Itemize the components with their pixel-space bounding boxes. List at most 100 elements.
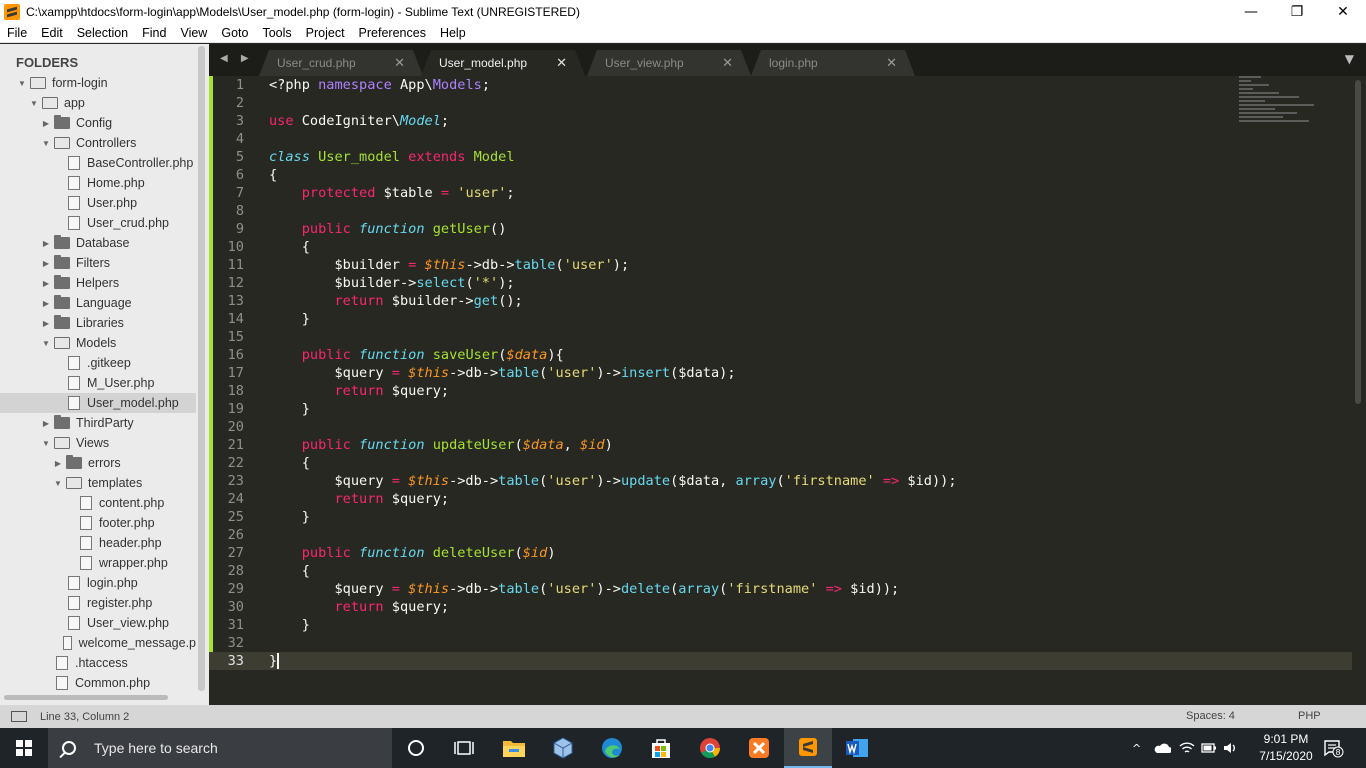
tab-user-model[interactable]: User_model.php ✕ xyxy=(421,50,585,76)
tree-file-item[interactable]: BaseController.php xyxy=(0,153,196,173)
tab-user-view[interactable]: User_view.php ✕ xyxy=(587,50,751,76)
tree-folder-item[interactable]: ▶ Language xyxy=(0,293,196,313)
code-line[interactable]: 13 return $builder->get(); xyxy=(209,292,1239,310)
code-line[interactable]: 22 { xyxy=(209,454,1239,472)
code-line[interactable]: 18 return $query; xyxy=(209,382,1239,400)
chevron-right-icon[interactable]: ▶ xyxy=(52,459,64,468)
code-line[interactable]: 28 { xyxy=(209,562,1239,580)
code-line[interactable]: 33} xyxy=(209,652,1239,670)
menu-project[interactable]: Project xyxy=(306,26,345,40)
tree-file-item[interactable]: wrapper.php xyxy=(0,553,196,573)
tree-folder-item[interactable]: ▶ Libraries xyxy=(0,313,196,333)
tree-folder-item[interactable]: ▶ Config xyxy=(0,113,196,133)
menu-find[interactable]: Find xyxy=(142,26,166,40)
task-view-icon[interactable] xyxy=(440,728,488,768)
tree-folder-item[interactable]: ▶ Helpers xyxy=(0,273,196,293)
tree-folder-item[interactable]: ▼ app xyxy=(0,93,196,113)
taskbar-clock[interactable]: 9:01 PM 7/15/2020 xyxy=(1256,731,1316,765)
battery-icon[interactable] xyxy=(1201,743,1217,753)
code-line[interactable]: 12 $builder->select('*'); xyxy=(209,274,1239,292)
chevron-right-icon[interactable]: ▶ xyxy=(40,419,52,428)
tree-file-item[interactable]: User_view.php xyxy=(0,613,196,633)
menu-selection[interactable]: Selection xyxy=(77,26,128,40)
code-line[interactable]: 1 <?php namespace App\Models; xyxy=(209,76,1239,94)
code-line[interactable]: 15 xyxy=(209,328,1239,346)
code-line[interactable]: 21 public function updateUser($data, $id… xyxy=(209,436,1239,454)
chevron-right-icon[interactable]: ▶ xyxy=(40,239,52,248)
tree-file-item[interactable]: .gitkeep xyxy=(0,353,196,373)
tree-file-item[interactable]: header.php xyxy=(0,533,196,553)
tree-folder-item[interactable]: ▼ Controllers xyxy=(0,133,196,153)
tree-file-item[interactable]: User.php xyxy=(0,193,196,213)
chevron-right-icon[interactable]: ▶ xyxy=(40,259,52,268)
code-line[interactable]: 8 xyxy=(209,202,1239,220)
menu-goto[interactable]: Goto xyxy=(221,26,248,40)
store-icon[interactable] xyxy=(637,728,685,768)
chevron-down-icon[interactable]: ▼ xyxy=(40,439,52,448)
code-line[interactable]: 30 return $query; xyxy=(209,598,1239,616)
chevron-down-icon[interactable]: ▼ xyxy=(16,79,28,88)
tree-file-item[interactable]: footer.php xyxy=(0,513,196,533)
code-line[interactable]: 16 public function saveUser($data){ xyxy=(209,346,1239,364)
menu-file[interactable]: File xyxy=(7,26,27,40)
tree-file-item[interactable]: User_model.php xyxy=(0,393,196,413)
code-line[interactable]: 25 } xyxy=(209,508,1239,526)
code-line[interactable]: 20 xyxy=(209,418,1239,436)
tree-folder-item[interactable]: ▶ Filters xyxy=(0,253,196,273)
tree-file-item[interactable]: Common.php xyxy=(0,673,196,693)
panel-toggle-icon[interactable] xyxy=(11,711,27,722)
code-line[interactable]: 11 $builder = $this->db->table('user'); xyxy=(209,256,1239,274)
tab-dropdown-icon[interactable]: ▼ xyxy=(1345,52,1354,66)
code-line[interactable]: 2 xyxy=(209,94,1239,112)
tree-file-item[interactable]: register.php xyxy=(0,593,196,613)
minimize-button[interactable]: — xyxy=(1228,0,1274,23)
tree-file-item[interactable]: Home.php xyxy=(0,173,196,193)
code-line[interactable]: 26 xyxy=(209,526,1239,544)
code-line[interactable]: 9 public function getUser() xyxy=(209,220,1239,238)
cortana-icon[interactable] xyxy=(392,728,440,768)
code-editor[interactable]: 1 <?php namespace App\Models; 2 3 use CodeIg… xyxy=(209,76,1366,705)
code-line[interactable]: 23 $query = $this->db->table ('user')->up… xyxy=(209,472,1239,490)
code-line[interactable]: 14 } xyxy=(209,310,1239,328)
tree-folder-item[interactable]: ▼ Views xyxy=(0,433,196,453)
chevron-right-icon[interactable]: ▶ xyxy=(40,319,52,328)
chevron-right-icon[interactable]: ▶ xyxy=(40,279,52,288)
code-line[interactable]: 19 } xyxy=(209,400,1239,418)
sidebar-horizontal-scrollbar[interactable] xyxy=(4,695,168,700)
minimap[interactable] xyxy=(1239,76,1329,146)
tree-folder-item[interactable]: ▼ templates xyxy=(0,473,196,493)
tree-file-item[interactable]: login.php xyxy=(0,573,196,593)
chrome-icon[interactable] xyxy=(686,728,734,768)
word-icon[interactable] xyxy=(833,728,881,768)
onedrive-icon[interactable] xyxy=(1153,742,1172,754)
chevron-down-icon[interactable]: ▼ xyxy=(40,139,52,148)
tree-file-item[interactable]: User_crud.php xyxy=(0,213,196,233)
chevron-down-icon[interactable]: ▼ xyxy=(40,339,52,348)
tree-folder-item[interactable]: ▼ form-login xyxy=(0,73,196,93)
tree-file-item[interactable]: welcome_message.p xyxy=(0,633,196,653)
close-tab-icon[interactable]: ✕ xyxy=(722,55,733,71)
indentation-setting[interactable]: Spaces: 4 xyxy=(1186,710,1235,722)
code-line[interactable]: 27 public function deleteUser($id) xyxy=(209,544,1239,562)
chevron-down-icon[interactable]: ▼ xyxy=(52,479,64,488)
code-line[interactable]: 29 $query = $this->db->table('user')->de… xyxy=(209,580,1239,598)
close-tab-icon[interactable]: ✕ xyxy=(394,55,405,71)
notification-center-icon[interactable]: 8 xyxy=(1322,728,1344,768)
tree-folder-item[interactable]: ▼ Models xyxy=(0,333,196,353)
volume-icon[interactable] xyxy=(1223,741,1239,755)
start-button[interactable] xyxy=(0,728,48,768)
menu-view[interactable]: View xyxy=(180,26,207,40)
tree-file-item[interactable]: .htaccess xyxy=(0,653,196,673)
tab-login[interactable]: login.php ✕ xyxy=(751,50,915,76)
code-line[interactable]: 4 xyxy=(209,130,1239,148)
tab-user-crud[interactable]: User_crud.php ✕ xyxy=(259,50,423,76)
tree-folder-item[interactable]: ▶ Database xyxy=(0,233,196,253)
close-tab-icon[interactable]: ✕ xyxy=(556,55,567,71)
editor-scrollbar[interactable] xyxy=(1355,80,1361,404)
close-button[interactable]: ✕ xyxy=(1320,0,1366,23)
tree-folder-item[interactable]: ▶ errors xyxy=(0,453,196,473)
code-line[interactable]: 10 { xyxy=(209,238,1239,256)
wifi-icon[interactable] xyxy=(1179,741,1195,755)
tree-file-item[interactable]: content.php xyxy=(0,493,196,513)
chevron-right-icon[interactable]: ▶ xyxy=(40,299,52,308)
